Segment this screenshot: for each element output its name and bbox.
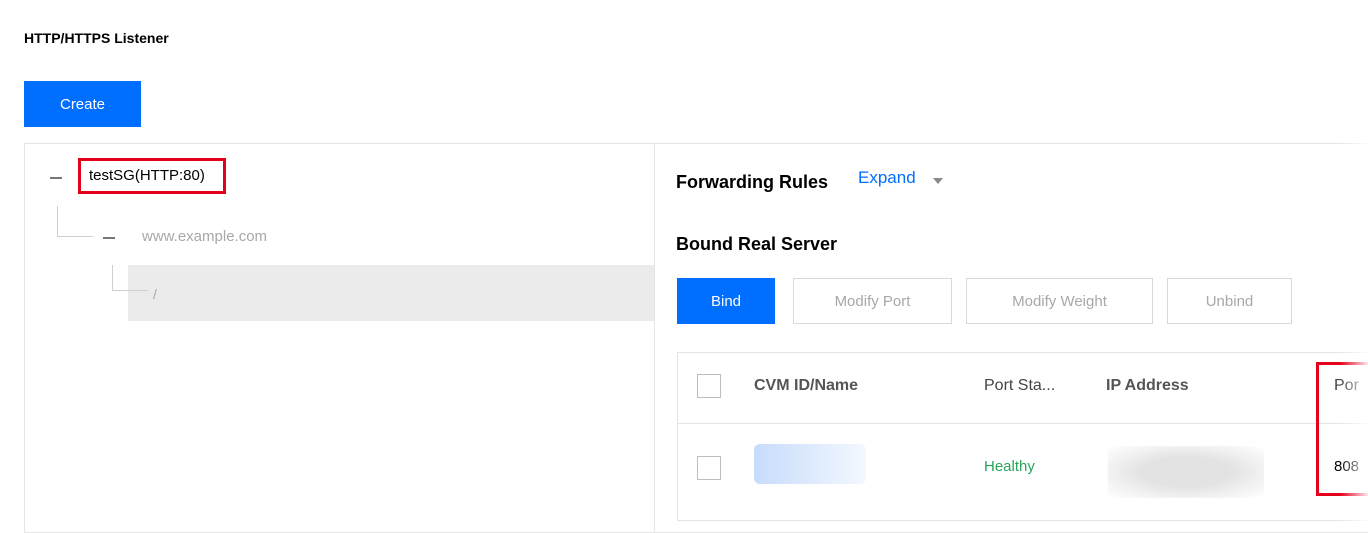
tree-node-domain[interactable]: www.example.com bbox=[142, 228, 267, 245]
port-status-healthy: Healthy bbox=[984, 458, 1035, 475]
tree-connector-horizontal bbox=[57, 236, 93, 237]
collapse-icon[interactable] bbox=[50, 177, 62, 179]
redacted-cvm-id[interactable] bbox=[754, 444, 866, 484]
tree-connector-vertical bbox=[57, 206, 58, 236]
port-column-highlight bbox=[1316, 362, 1368, 496]
row-checkbox[interactable] bbox=[697, 456, 721, 480]
caret-down-icon[interactable] bbox=[933, 178, 943, 184]
tree-node-listener[interactable]: testSG(HTTP:80) bbox=[78, 158, 226, 194]
modify-weight-button[interactable]: Modify Weight bbox=[966, 278, 1153, 324]
tree-node-path-row[interactable] bbox=[128, 265, 654, 321]
select-all-checkbox[interactable] bbox=[697, 374, 721, 398]
listener-tree-panel bbox=[24, 143, 654, 533]
bind-button[interactable]: Bind bbox=[677, 278, 775, 324]
collapse-icon[interactable] bbox=[103, 237, 115, 239]
create-listener-button[interactable]: Create bbox=[24, 81, 141, 127]
column-header-cvm[interactable]: CVM ID/Name bbox=[754, 377, 858, 395]
expand-link[interactable]: Expand bbox=[858, 168, 916, 188]
unbind-button[interactable]: Unbind bbox=[1167, 278, 1292, 324]
tree-connector-vertical bbox=[112, 265, 113, 290]
column-header-ip[interactable]: IP Address bbox=[1106, 377, 1189, 395]
tree-node-path[interactable]: / bbox=[153, 286, 157, 302]
tree-connector-horizontal bbox=[112, 290, 148, 291]
modify-port-button[interactable]: Modify Port bbox=[793, 278, 952, 324]
listener-section-title: HTTP/HTTPS Listener bbox=[24, 30, 169, 46]
bound-real-server-title: Bound Real Server bbox=[676, 234, 838, 254]
redacted-ip-address bbox=[1108, 446, 1264, 498]
table-header-divider bbox=[678, 423, 1368, 424]
forwarding-rules-title: Forwarding Rules bbox=[676, 172, 829, 192]
column-header-port-status[interactable]: Port Sta... bbox=[984, 377, 1055, 395]
